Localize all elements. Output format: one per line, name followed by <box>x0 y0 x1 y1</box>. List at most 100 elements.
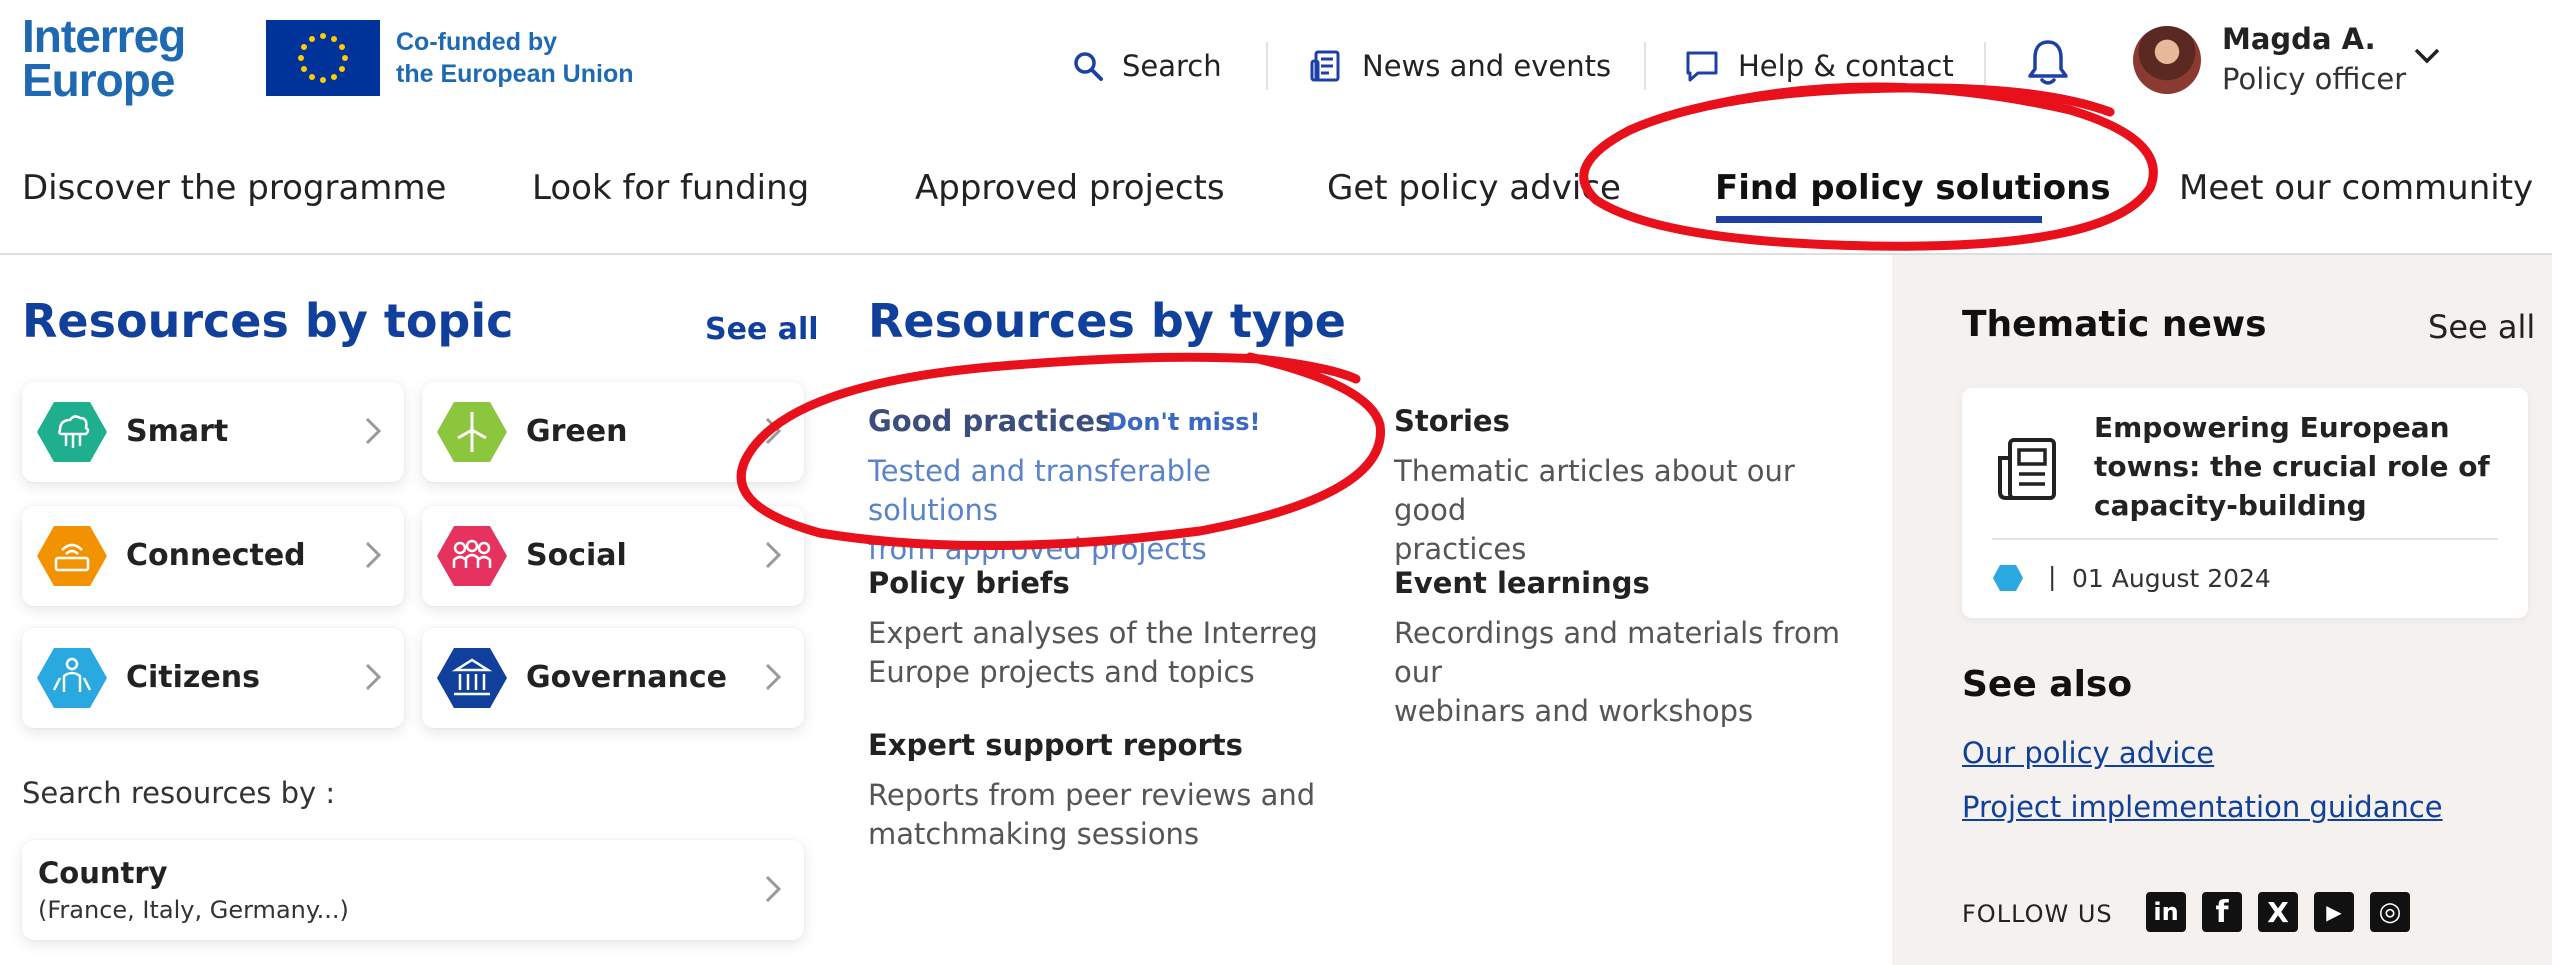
expert-reports-title[interactable]: Expert support reports <box>868 728 1243 762</box>
router-icon <box>37 526 107 586</box>
event-learnings-desc: Recordings and materials from our webina… <box>1394 614 1874 731</box>
news-card[interactable]: Empowering European towns: the crucial r… <box>1962 388 2528 618</box>
user-name[interactable]: Magda A. <box>2222 22 2376 56</box>
event-learnings-desc-line-1: Recordings and materials from our <box>1394 616 1841 689</box>
topic-label: Social <box>526 538 627 573</box>
newspaper-icon <box>1998 438 2056 500</box>
news-card-divider <box>1992 538 2498 540</box>
linkedin-icon[interactable]: in <box>2146 892 2186 932</box>
active-nav-indicator <box>1716 216 2042 223</box>
see-also-heading: See also <box>1962 664 2133 705</box>
news-card-title: Empowering European towns: the crucial r… <box>2094 411 2490 522</box>
topic-label: Governance <box>526 660 728 695</box>
bell-icon[interactable] <box>2024 36 2072 88</box>
topic-card-green[interactable]: Green <box>422 382 804 482</box>
chevron-right-icon <box>365 541 382 569</box>
nav-find-policy-solutions[interactable]: Find policy solutions <box>1715 168 2111 208</box>
chevron-right-icon <box>765 875 782 903</box>
topics-see-all-link[interactable]: See all <box>705 312 819 347</box>
search-label: Search <box>1122 49 1222 83</box>
news-separator: | <box>2048 562 2057 591</box>
topic-label: Citizens <box>126 660 260 695</box>
citizens-icon <box>37 648 107 708</box>
top-news-link[interactable]: News and events <box>1310 40 1611 92</box>
top-nav-divider <box>1644 42 1646 90</box>
follow-us-label: FOLLOW US <box>1962 900 2113 928</box>
news-label: News and events <box>1362 49 1612 83</box>
nav-meet-community[interactable]: Meet our community <box>2179 168 2533 208</box>
types-heading: Resources by type <box>868 294 1346 348</box>
country-subtitle: (France, Italy, Germany...) <box>38 896 349 924</box>
top-search-link[interactable]: Search <box>1072 40 1222 92</box>
policy-briefs-desc-line-2: Europe projects and topics <box>868 655 1255 689</box>
interreg-europe-logo[interactable]: Interreg Europe <box>22 10 232 106</box>
expert-reports-desc: Reports from peer reviews and matchmakin… <box>868 776 1348 854</box>
policy-briefs-title[interactable]: Policy briefs <box>868 566 1070 600</box>
nav-approved-projects[interactable]: Approved projects <box>915 168 1225 208</box>
thematic-news-heading: Thematic news <box>1962 304 2267 345</box>
topic-card-connected[interactable]: Connected <box>22 506 404 606</box>
wind-turbine-icon <box>437 402 507 462</box>
topic-tag-icon <box>1993 565 2023 591</box>
cloud-network-icon <box>37 402 107 462</box>
event-learnings-title[interactable]: Event learnings <box>1394 566 1650 600</box>
country-title: Country <box>38 856 168 890</box>
help-label: Help & contact <box>1738 49 1954 83</box>
good-practices-title[interactable]: Good practices <box>868 404 1112 438</box>
stories-desc-line-1: Thematic articles about our good <box>1394 454 1795 527</box>
topic-label: Smart <box>126 414 229 449</box>
good-practices-desc[interactable]: Tested and transferable solutions from a… <box>868 452 1348 569</box>
logo-line-1: Interreg <box>22 10 186 62</box>
nav-discover[interactable]: Discover the programme <box>22 168 446 208</box>
eu-line-2: the European Union <box>396 60 634 88</box>
site-header: Interreg Europe Co-funded by the Europea… <box>0 0 2552 130</box>
see-also-link-policy-advice[interactable]: Our policy advice <box>1962 736 2214 770</box>
main-nav: Discover the programme Look for funding … <box>0 162 2552 223</box>
chevron-right-icon <box>365 417 382 445</box>
avatar[interactable] <box>2133 26 2201 94</box>
top-nav-divider <box>1984 42 1986 90</box>
chat-icon <box>1686 51 1718 82</box>
policy-briefs-desc-line-1: Expert analyses of the Interreg <box>868 616 1318 650</box>
chevron-down-icon[interactable] <box>2412 46 2442 66</box>
instagram-icon[interactable]: ◎ <box>2370 892 2410 932</box>
search-resources-label: Search resources by : <box>22 776 336 810</box>
see-also-link-implementation-guidance[interactable]: Project implementation guidance <box>1962 790 2443 824</box>
topic-label: Connected <box>126 538 306 573</box>
topics-heading: Resources by topic <box>22 294 514 348</box>
good-practices-desc-line-1: Tested and transferable solutions <box>868 454 1211 527</box>
nav-look-for-funding[interactable]: Look for funding <box>532 168 809 208</box>
chevron-right-icon <box>765 417 782 445</box>
stories-title[interactable]: Stories <box>1394 404 1510 438</box>
topic-card-social[interactable]: Social <box>422 506 804 606</box>
logo-line-2: Europe <box>22 54 175 106</box>
eu-line-1: Co-funded by <box>396 28 558 56</box>
eu-flag-icon <box>266 20 380 96</box>
news-icon <box>1310 50 1340 82</box>
topic-label: Green <box>526 414 628 449</box>
event-learnings-desc-line-2: webinars and workshops <box>1394 694 1754 728</box>
chevron-right-icon <box>365 663 382 691</box>
chevron-right-icon <box>765 541 782 569</box>
search-icon <box>1074 52 1103 81</box>
youtube-icon[interactable]: ▶ <box>2314 892 2354 932</box>
top-nav-divider <box>1266 42 1268 90</box>
x-icon[interactable]: X <box>2258 892 2298 932</box>
topic-card-smart[interactable]: Smart <box>22 382 404 482</box>
nav-get-policy-advice[interactable]: Get policy advice <box>1327 168 1621 208</box>
building-icon <box>437 648 507 708</box>
expert-reports-desc-line-1: Reports from peer reviews and <box>868 778 1316 812</box>
facebook-icon[interactable]: f <box>2202 892 2242 932</box>
topic-card-governance[interactable]: Governance <box>422 628 804 728</box>
chevron-right-icon <box>765 663 782 691</box>
dont-miss-badge: Don't miss! <box>1107 408 1261 436</box>
user-role: Policy officer <box>2222 62 2407 96</box>
topic-card-citizens[interactable]: Citizens <box>22 628 404 728</box>
top-help-link[interactable]: Help & contact <box>1684 40 1954 92</box>
news-card-date: 01 August 2024 <box>2072 564 2271 593</box>
policy-briefs-desc: Expert analyses of the Interreg Europe p… <box>868 614 1348 692</box>
thematic-news-see-all[interactable]: See all <box>2428 308 2535 346</box>
country-filter-card[interactable]: Country (France, Italy, Germany...) <box>22 840 804 940</box>
expert-reports-desc-line-2: matchmaking sessions <box>868 817 1200 851</box>
eu-cofunded-logo: Co-funded by the European Union <box>266 20 634 96</box>
